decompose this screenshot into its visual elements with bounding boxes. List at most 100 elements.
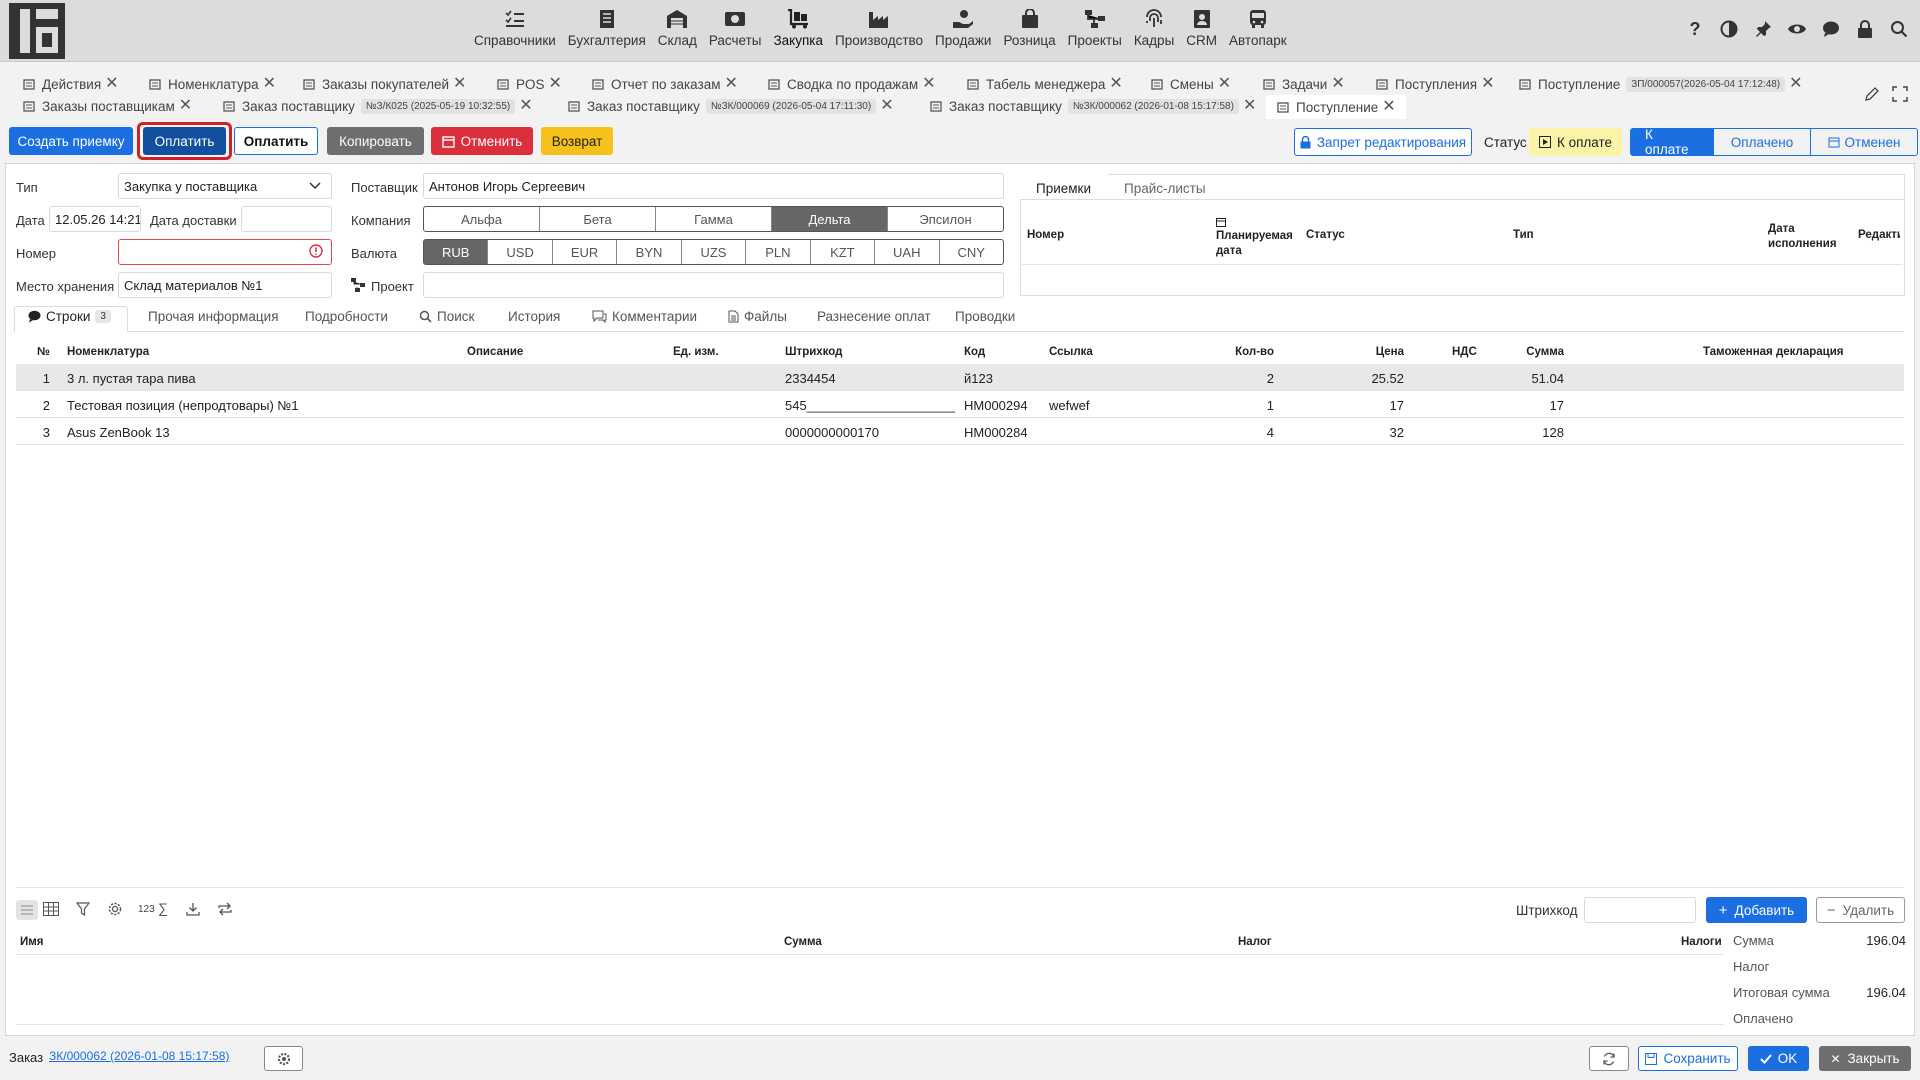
ok-button[interactable]: OK (1748, 1046, 1809, 1071)
project-input[interactable] (423, 272, 1004, 298)
close-icon[interactable]: ✕ (1218, 76, 1231, 92)
nav-bag[interactable]: Розница (997, 8, 1061, 48)
close-button[interactable]: ✕ Закрыть (1819, 1046, 1911, 1071)
nav-ledger[interactable]: Бухгалтерия (562, 8, 652, 48)
close-icon[interactable]: ✕ (1331, 76, 1344, 92)
filter-icon[interactable] (75, 902, 91, 919)
create-receipt-button[interactable]: Создать приемку (9, 127, 133, 155)
currencies-option[interactable]: RUB (424, 240, 489, 264)
fullscreen-icon[interactable] (1892, 86, 1908, 105)
grid-view-icon[interactable] (43, 902, 59, 919)
currencies-option[interactable]: CNY (940, 240, 1003, 264)
subtab-files[interactable]: Файлы (728, 309, 787, 324)
tab-3[interactable]: POS ✕ (496, 73, 562, 95)
nav-contact-card[interactable]: CRM (1180, 8, 1223, 48)
tab-price-lists[interactable]: Прайс-листы (1124, 181, 1206, 196)
nav-bus[interactable]: Автопарк (1223, 8, 1293, 48)
subtab-other-info[interactable]: Прочая информация (148, 309, 279, 324)
tab2-4[interactable]: Поступление ✕ (1266, 95, 1406, 119)
nav-project[interactable]: Проекты (1062, 8, 1128, 48)
nav-cart-dolly[interactable]: Закупка (768, 8, 830, 48)
edit-pencil-icon[interactable] (1864, 86, 1880, 105)
close-icon[interactable]: ✕ (519, 98, 532, 114)
list-view-icon[interactable] (16, 900, 38, 920)
close-icon[interactable]: ✕ (922, 76, 935, 92)
tab-9[interactable]: Поступления ✕ (1375, 73, 1494, 95)
companies-option[interactable]: Эпсилон (888, 207, 1003, 231)
tab2-3[interactable]: Заказ поставщику №ЗК/000062 (2026-01-08 1… (929, 95, 1256, 117)
theme-icon[interactable] (1718, 18, 1740, 40)
order-link[interactable]: ЗК/000062 (2026-01-08 15:17:58) (49, 1049, 229, 1063)
close-icon[interactable]: ✕ (880, 98, 893, 114)
nav-list-check[interactable]: Справочники (468, 8, 562, 48)
subtab-postings[interactable]: Проводки (955, 309, 1015, 324)
cancel-button[interactable]: Отменить (431, 127, 533, 155)
currencies-option[interactable]: UZS (682, 240, 747, 264)
companies-option[interactable]: Гамма (656, 207, 772, 231)
settings-icon[interactable] (107, 901, 123, 920)
nav-warehouse[interactable]: Склад (652, 8, 703, 48)
tab2-0[interactable]: Заказы поставщикам ✕ (22, 95, 192, 117)
tab-receipts[interactable]: Приемки (1020, 174, 1108, 200)
close-icon[interactable]: ✕ (453, 76, 466, 92)
close-icon[interactable]: ✕ (725, 76, 738, 92)
refresh-button[interactable] (1589, 1046, 1629, 1071)
nav-hand-coin[interactable]: Продажи (929, 8, 997, 48)
pin-icon[interactable] (1752, 18, 1774, 40)
tab-1[interactable]: Номенклатура ✕ (148, 73, 276, 95)
nav-cash[interactable]: Расчеты (703, 8, 768, 48)
currencies-option[interactable]: UAH (875, 240, 940, 264)
tab-8[interactable]: Задачи ✕ (1262, 73, 1345, 95)
subtab-history[interactable]: История (508, 309, 560, 324)
type-select[interactable]: Закупка у поставщика (118, 173, 332, 199)
return-button[interactable]: Возврат (541, 127, 613, 155)
table-row[interactable] (16, 364, 1904, 391)
delete-line-button[interactable]: − Удалить (1816, 897, 1905, 923)
tab-0[interactable]: Действия ✕ (22, 73, 119, 95)
subtab-comments[interactable]: Комментарии (592, 309, 697, 324)
subtab-search[interactable]: Поиск (419, 309, 474, 324)
number-input[interactable] (118, 239, 332, 265)
flow-step-paid[interactable]: Оплачено (1713, 129, 1810, 155)
save-button[interactable]: Сохранить (1638, 1046, 1738, 1071)
close-icon[interactable]: ✕ (263, 76, 276, 92)
barcode-input[interactable] (1584, 897, 1696, 923)
close-icon[interactable]: ✕ (1481, 76, 1494, 92)
close-icon[interactable]: ✕ (549, 76, 562, 92)
edit-lock-button[interactable]: Запрет редактирования (1294, 128, 1472, 156)
lock-icon[interactable] (1854, 18, 1876, 40)
nav-fingerprint[interactable]: Кадры (1128, 8, 1180, 48)
currencies-option[interactable]: USD (488, 240, 553, 264)
close-icon[interactable]: ✕ (1243, 98, 1256, 114)
subtab-details[interactable]: Подробности (305, 309, 388, 324)
tab-5[interactable]: Сводка по продажам ✕ (767, 73, 936, 95)
tab-6[interactable]: Табель менеджера ✕ (966, 73, 1123, 95)
supplier-input[interactable]: Антонов Игорь Сергеевич (423, 173, 1004, 199)
table-row[interactable] (16, 418, 1904, 445)
tab-2[interactable]: Заказы покупателей ✕ (302, 73, 466, 95)
close-icon[interactable]: ✕ (1109, 76, 1122, 92)
close-icon[interactable]: ✕ (105, 76, 118, 92)
search-icon[interactable] (1888, 18, 1910, 40)
order-settings-button[interactable] (264, 1046, 303, 1071)
table-row[interactable] (16, 391, 1904, 418)
companies-option[interactable]: Бета (540, 207, 656, 231)
copy-button[interactable]: Копировать (327, 127, 424, 155)
date-input[interactable]: 12.05.26 14:21 (49, 206, 141, 232)
help-icon[interactable]: ? (1684, 18, 1706, 40)
tab-7[interactable]: Смены ✕ (1150, 73, 1231, 95)
subtab-payment-allocation[interactable]: Разнесение оплат (817, 309, 931, 324)
sigma-icon[interactable]: ∑ (158, 900, 168, 916)
storage-input[interactable]: Склад материалов №1 (118, 272, 332, 298)
currencies-option[interactable]: BYN (617, 240, 682, 264)
currencies-option[interactable]: PLN (746, 240, 811, 264)
close-icon[interactable]: ✕ (1382, 99, 1395, 115)
download-icon[interactable] (186, 902, 200, 919)
companies-option[interactable]: Дельта (772, 207, 888, 231)
chat-icon[interactable] (1820, 18, 1842, 40)
flow-step-cancelled[interactable]: Отменен (1810, 129, 1917, 155)
nav-factory[interactable]: Производство (829, 8, 929, 48)
tab-10[interactable]: Поступление ЗП/000057(2026-05-04 17:12:48… (1518, 73, 1803, 95)
currencies-option[interactable]: EUR (553, 240, 618, 264)
pay-button-primary[interactable]: Оплатить (143, 127, 226, 155)
